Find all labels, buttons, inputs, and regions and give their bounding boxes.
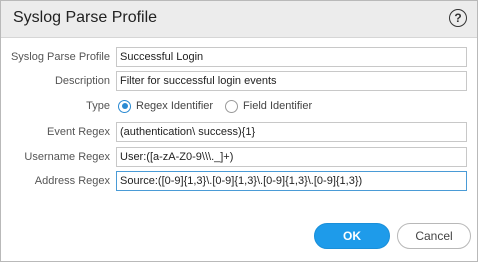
regex-identifier-label[interactable]: Regex Identifier [136,100,213,112]
row-username-regex: Username Regex User:([a-zA-Z0-9\\\._]+) [1,147,477,167]
username-regex-label: Username Regex [24,151,110,163]
address-regex-label: Address Regex [34,175,110,187]
row-type: Type Regex Identifier Field Identifier [1,96,477,116]
syslog-parse-profile-label: Syslog Parse Profile [10,51,110,63]
event-regex-input[interactable]: (authentication\ success){1} [116,122,467,142]
dialog-titlebar: Syslog Parse Profile ? [1,1,477,38]
dialog-title: Syslog Parse Profile [13,9,158,26]
row-address-regex: Address Regex Source:([0-9]{1,3}\.[0-9]{… [1,171,477,191]
cancel-button[interactable]: Cancel [397,223,471,249]
field-identifier-label[interactable]: Field Identifier [243,100,312,112]
type-option-regex-identifier[interactable]: Regex Identifier [118,99,213,113]
username-regex-input[interactable]: User:([a-zA-Z0-9\\\._]+) [116,147,467,167]
row-description: Description Filter for successful login … [1,71,477,91]
syslog-parse-profile-dialog: Syslog Parse Profile ? Syslog Parse Prof… [0,0,478,262]
row-syslog-parse-profile: Syslog Parse Profile Successful Login [1,47,477,67]
type-radio-group: Regex Identifier Field Identifier [118,96,324,116]
regex-identifier-radio[interactable] [118,99,131,113]
ok-button[interactable]: OK [314,223,390,249]
description-label: Description [54,75,110,87]
row-event-regex: Event Regex (authentication\ success){1} [1,122,477,142]
syslog-parse-profile-input[interactable]: Successful Login [116,47,467,67]
description-input[interactable]: Filter for successful login events [116,71,467,91]
question-circle-icon[interactable]: ? [449,9,467,27]
field-identifier-radio[interactable] [225,99,239,113]
type-label: Type [86,100,110,112]
type-option-field-identifier[interactable]: Field Identifier [225,99,312,113]
event-regex-label: Event Regex [47,126,110,138]
address-regex-input[interactable]: Source:([0-9]{1,3}\.[0-9]{1,3}\.[0-9]{1,… [116,171,467,191]
